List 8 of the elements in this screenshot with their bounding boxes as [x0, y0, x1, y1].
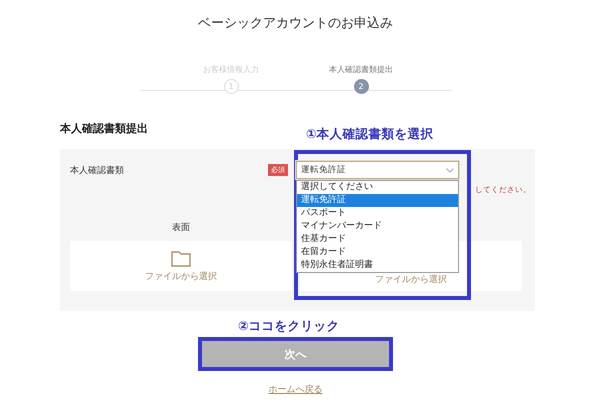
side-label: 表面 [172, 222, 190, 235]
step-number: 2 [354, 79, 368, 94]
section-title: 本人確認書類提出 [60, 121, 148, 135]
step-label: 本人確認書類提出 [329, 64, 393, 75]
field-label: 本人確認書類 [70, 164, 125, 177]
annotation-text: ②ココをクリック [238, 318, 340, 335]
page-title: ベーシックアカウントのお申込み [197, 15, 394, 33]
annotation-text: ①本人確認書類を選択 [306, 126, 434, 143]
